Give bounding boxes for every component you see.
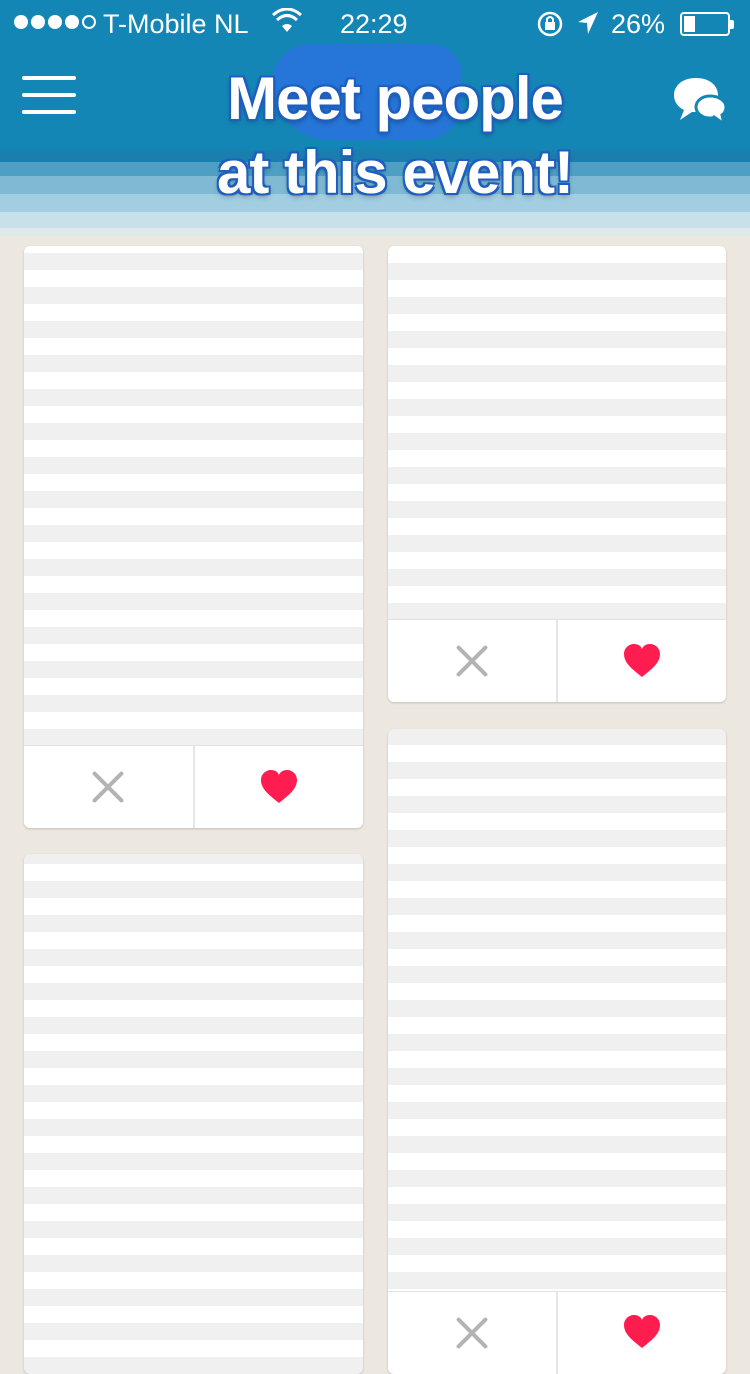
- battery-level-fill: [684, 16, 695, 32]
- heart-icon: [624, 1315, 660, 1348]
- like-button[interactable]: [195, 746, 364, 828]
- close-x-icon: [455, 644, 489, 678]
- card-actions: [388, 619, 726, 702]
- status-time: 22:29: [340, 9, 408, 39]
- skip-button[interactable]: [388, 620, 558, 702]
- promo-headline: Meet people at this event!: [0, 62, 750, 210]
- card-actions: [388, 1291, 726, 1374]
- profile-card: [24, 854, 363, 1374]
- profile-card: [24, 246, 363, 828]
- like-button[interactable]: [558, 1292, 726, 1374]
- headline-line-2: at this event!: [216, 139, 574, 206]
- headline-line-1: Meet people: [227, 65, 564, 132]
- card-actions: [24, 745, 363, 828]
- heart-icon: [624, 644, 660, 677]
- close-x-icon: [91, 770, 125, 804]
- profile-photo[interactable]: [388, 729, 726, 1289]
- rotation-lock-icon: [537, 11, 563, 37]
- profile-card: [388, 729, 726, 1374]
- skip-button[interactable]: [24, 746, 195, 828]
- profile-photo[interactable]: [388, 246, 726, 620]
- skip-button[interactable]: [388, 1292, 558, 1374]
- profile-card: [388, 246, 726, 702]
- profile-photo[interactable]: [24, 854, 363, 1374]
- carrier-name: T-Mobile NL: [103, 9, 249, 39]
- profile-photo[interactable]: [24, 246, 363, 746]
- location-arrow-icon: [578, 12, 598, 34]
- close-x-icon: [455, 1316, 489, 1350]
- heart-icon: [260, 770, 297, 803]
- status-bar: T-Mobile NL 22:29 26%: [0, 0, 750, 50]
- like-button[interactable]: [558, 620, 726, 702]
- signal-strength-icon: [14, 15, 96, 29]
- battery-percentage: 26%: [611, 9, 666, 39]
- wifi-icon: [272, 8, 302, 32]
- battery-icon: [680, 12, 734, 36]
